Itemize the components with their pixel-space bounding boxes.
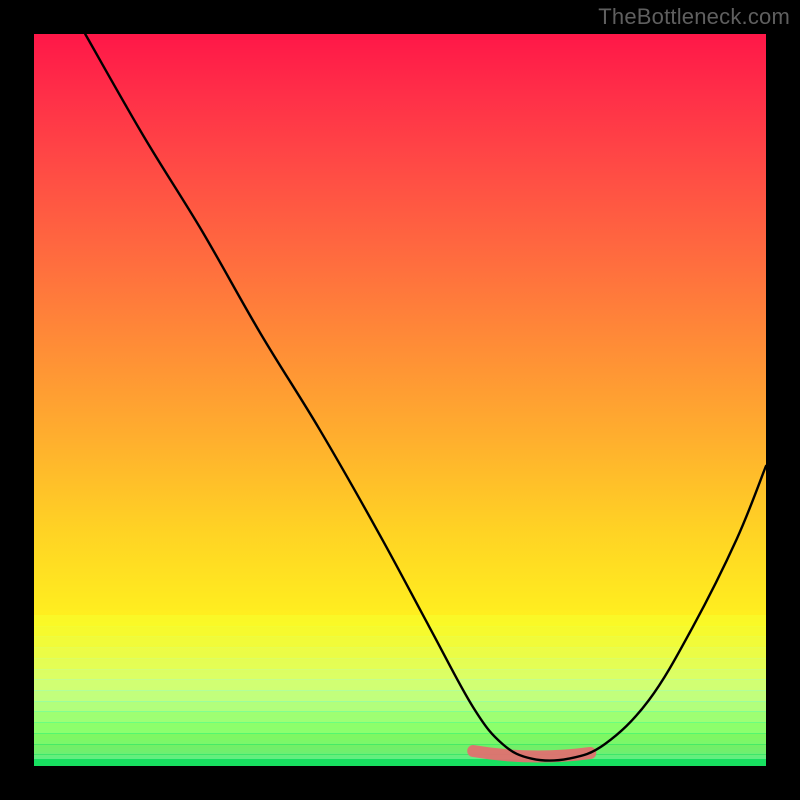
chart-container: TheBottleneck.com bbox=[0, 0, 800, 800]
gradient-background bbox=[34, 34, 766, 766]
plot-area bbox=[34, 34, 766, 766]
watermark-text: TheBottleneck.com bbox=[598, 4, 790, 30]
green-bottom-strip bbox=[34, 759, 766, 766]
